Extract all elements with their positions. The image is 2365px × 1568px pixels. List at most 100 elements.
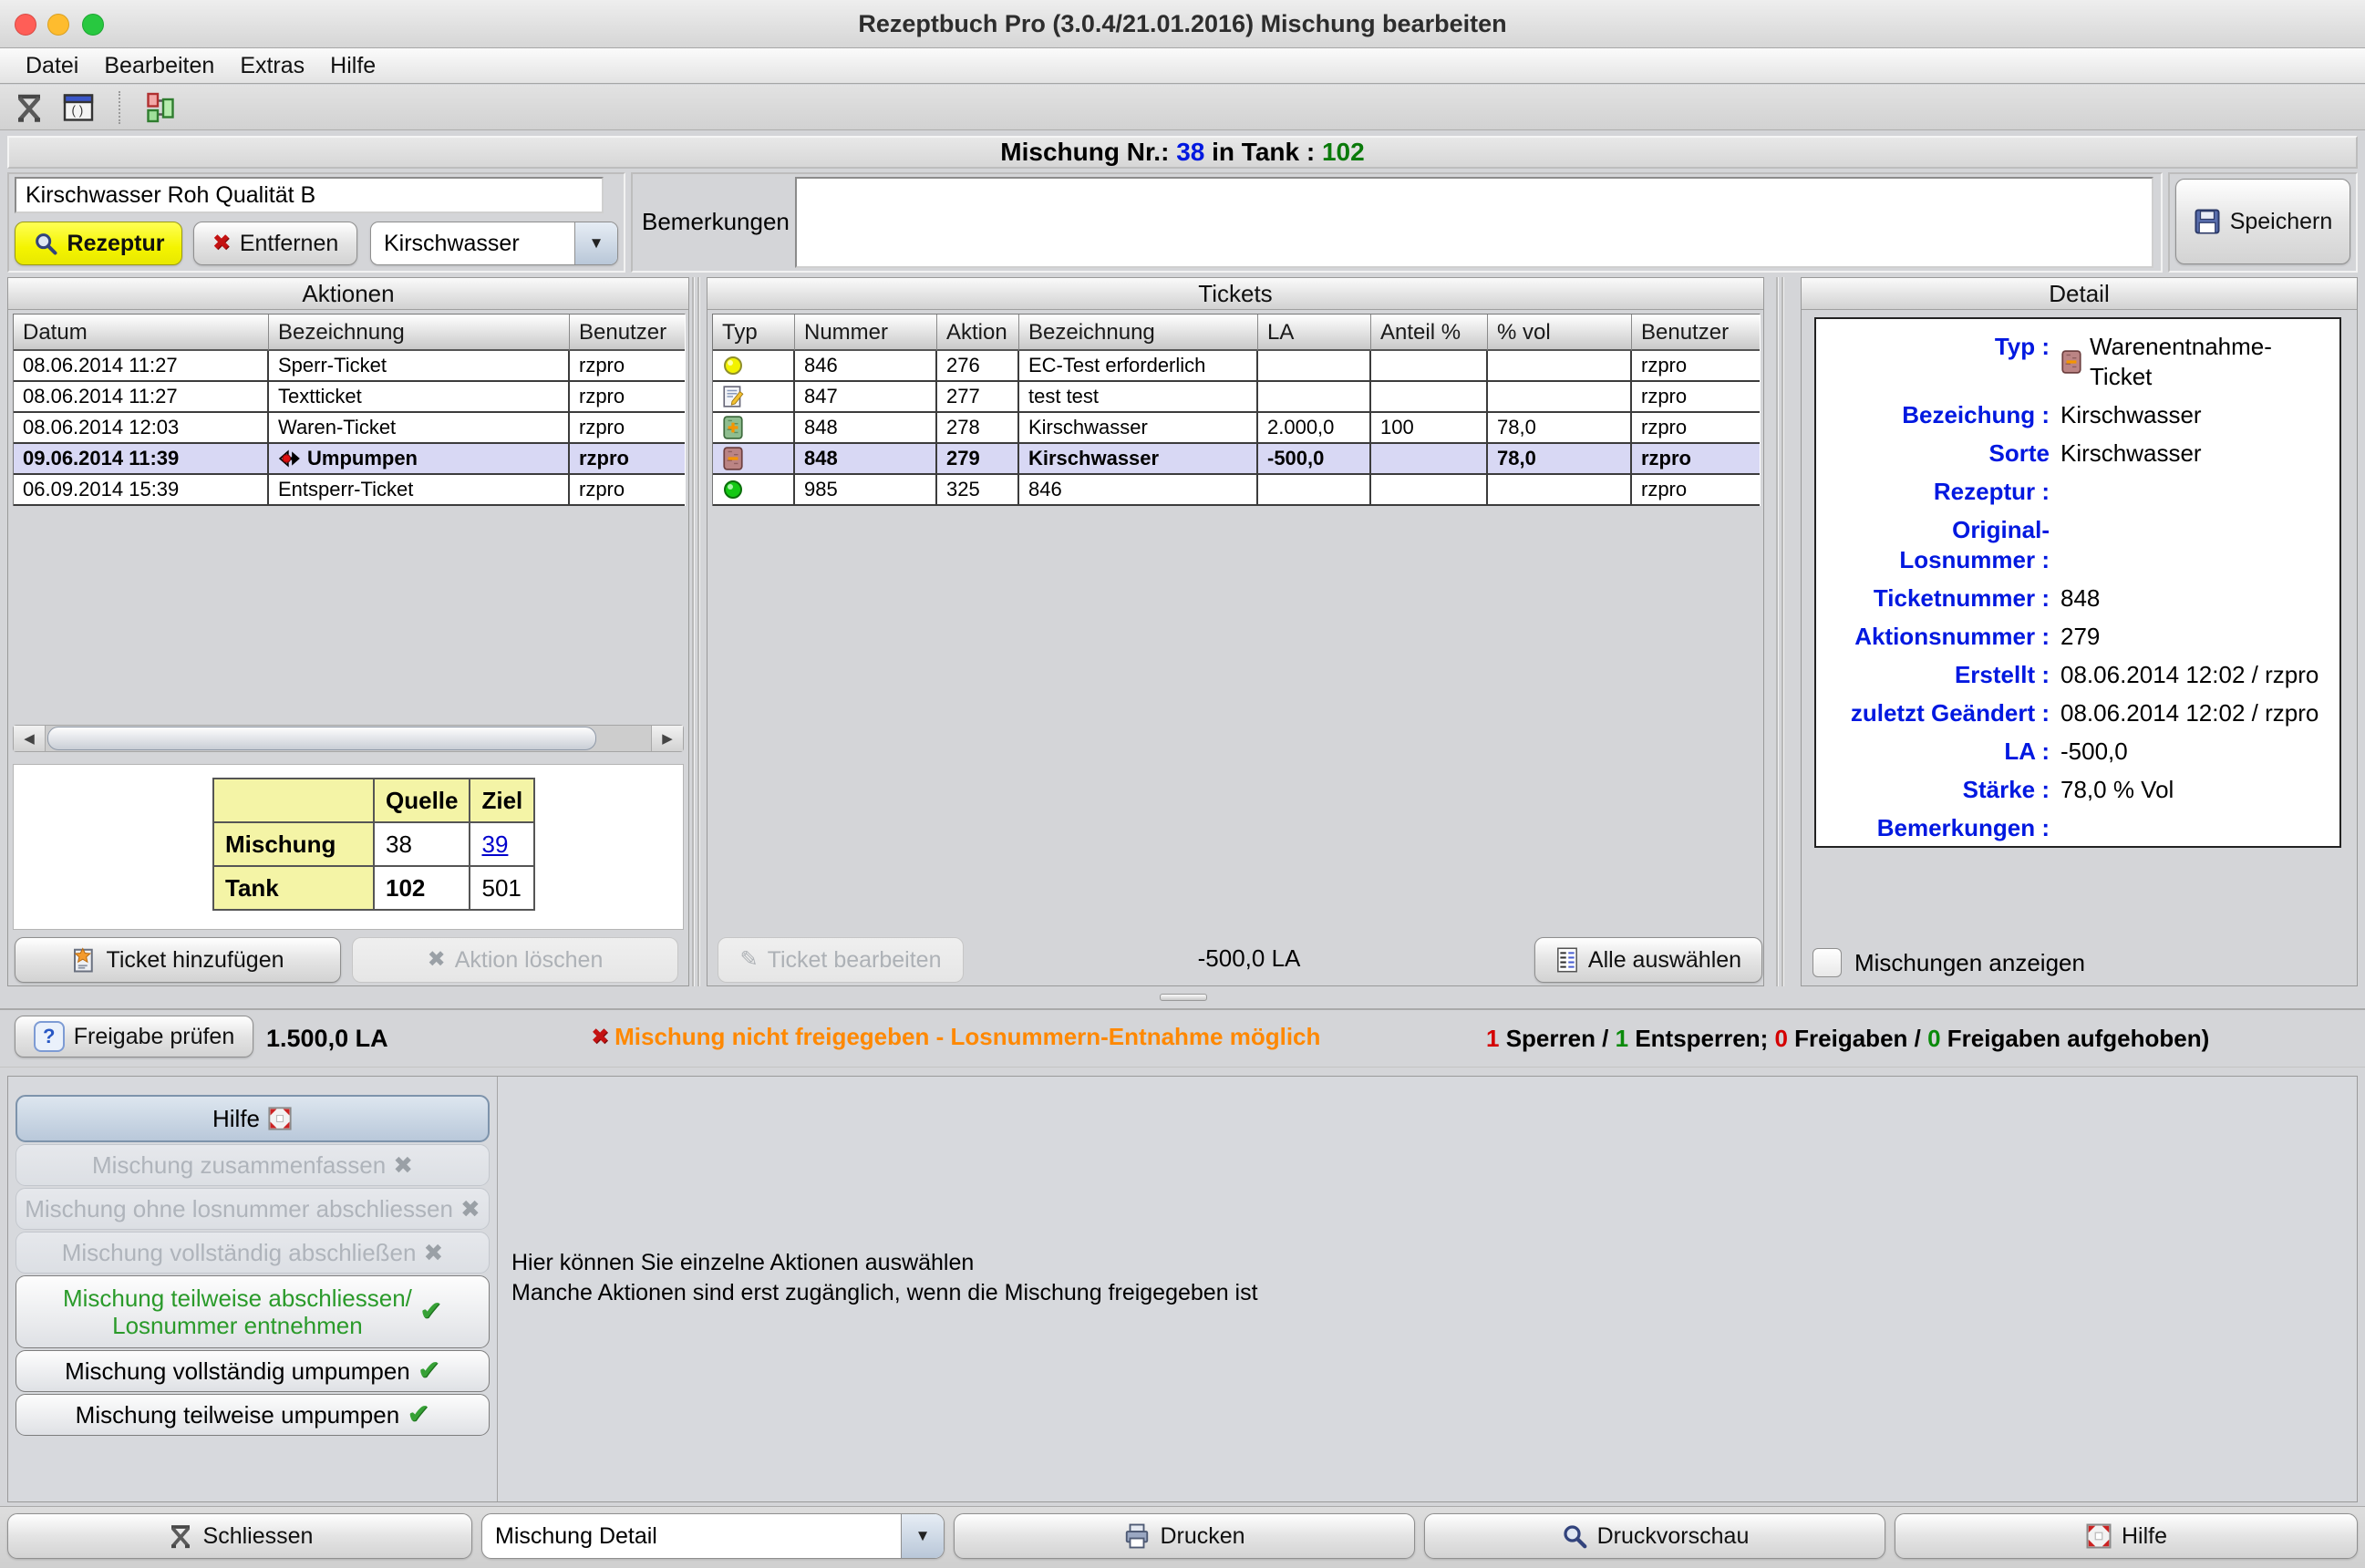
detail-field: Erstellt :08.06.2014 12:02 / rzpro	[1822, 660, 2330, 690]
menu-item-hilfe[interactable]: Hilfe	[317, 48, 388, 84]
typ-cell	[713, 351, 795, 382]
aktionen-h-scrollbar[interactable]: ◀ ▶	[13, 725, 684, 752]
scroll-right-icon[interactable]: ▶	[651, 726, 683, 751]
vertical-splitter-left[interactable]	[692, 277, 699, 986]
table-row[interactable]: 985325846rzpro	[713, 475, 1760, 506]
table-row[interactable]: 08.06.2014 11:27Sperr-Ticketrzpro	[14, 351, 685, 382]
speichern-button[interactable]: Speichern	[2175, 179, 2350, 264]
alle-auswaehlen-button[interactable]: Alle auswählen	[1534, 937, 1762, 983]
magnifier-icon	[33, 231, 58, 256]
flow-icon[interactable]	[142, 89, 179, 126]
action-button-hilfe[interactable]: Hilfe	[15, 1095, 490, 1142]
freigabe-pruefen-button[interactable]: ? Freigabe prüfen	[15, 1016, 253, 1057]
goods-out-icon	[2060, 350, 2082, 374]
lifebuoy-icon	[2085, 1522, 2112, 1550]
mixture-name-input[interactable]	[15, 177, 604, 213]
printer-icon	[1123, 1522, 1151, 1550]
chevron-down-icon[interactable]: ▼	[901, 1514, 944, 1558]
column-header: Datum	[14, 315, 269, 351]
save-icon	[2194, 208, 2221, 235]
delete-icon[interactable]	[11, 89, 47, 126]
freigabe-status-message: Mischung nicht freigegeben - Losnummern-…	[614, 1023, 1320, 1051]
alle-auswaehlen-label: Alle auswählen	[1588, 947, 1741, 974]
chevron-down-icon[interactable]: ▼	[574, 222, 617, 264]
la-cell: 2.000,0	[1258, 413, 1371, 444]
table-row[interactable]: 08.06.2014 12:03Waren-Ticketrzpro	[14, 413, 685, 444]
ticket-hinzufuegen-button[interactable]: Ticket hinzufügen	[15, 937, 341, 983]
bezeichnung-cell: Umpumpen	[269, 444, 570, 475]
bezeichnung-cell: 846	[1019, 475, 1258, 506]
benutzer-cell: rzpro	[570, 413, 685, 444]
ticket-hinzufuegen-label: Ticket hinzufügen	[106, 947, 284, 974]
menu-item-bearbeiten[interactable]: Bearbeiten	[91, 48, 227, 84]
transfer-table-container: QuelleZielMischung3839Tank102501	[13, 764, 684, 930]
hilfe-button[interactable]: Hilfe	[1895, 1513, 2358, 1559]
bemerkungen-textarea[interactable]	[795, 177, 2153, 268]
table-row[interactable]: 06.09.2014 15:39Entsperr-Ticketrzpro	[14, 475, 685, 506]
mischungen-anzeigen-checkbox[interactable]	[1812, 948, 1842, 977]
splitter-grip[interactable]	[1160, 994, 1207, 1001]
drucken-button[interactable]: Drucken	[954, 1513, 1415, 1559]
menu-item-datei[interactable]: Datei	[13, 48, 91, 84]
action-button-mischung-vollst-ndig-umpumpen[interactable]: Mischung vollständig umpumpen✔	[15, 1350, 490, 1392]
table-row[interactable]: 08.06.2014 11:27Textticketrzpro	[14, 382, 685, 413]
detail-field: Original-Losnummer :	[1822, 515, 2330, 575]
la-cell	[1258, 382, 1371, 413]
mixture-header-label: Mischung Nr.:	[1000, 138, 1169, 166]
detail-field: Bezeichung :Kirschwasser	[1822, 400, 2330, 430]
scrollbar-thumb[interactable]	[47, 727, 596, 750]
action-button-label: Mischung teilweise umpumpen	[76, 1401, 400, 1429]
bezeichnung-cell: Sperr-Ticket	[269, 351, 570, 382]
aktion-cell: 277	[937, 382, 1019, 413]
column-header: Typ	[713, 315, 795, 351]
detail-fields: Typ :Warenentnahme-TicketBezeichung :Kir…	[1814, 317, 2341, 848]
table-row[interactable]: 848279Kirschwasser-500,078,0rzpro	[713, 444, 1760, 475]
table-row[interactable]: 09.06.2014 11:39Umpumpenrzpro	[14, 444, 685, 475]
table-row[interactable]: 846276EC-Test erforderlichrzpro	[713, 351, 1760, 382]
detail-field-value: Warenentnahme-Ticket	[2050, 332, 2330, 392]
application-window: Rezeptbuch Pro (3.0.4/21.01.2016) Mischu…	[0, 0, 2365, 1568]
druckvorschau-button[interactable]: Druckvorschau	[1424, 1513, 1885, 1559]
x-icon: ✖	[460, 1195, 480, 1222]
schliessen-button[interactable]: Schliessen	[7, 1513, 472, 1559]
benutzer-cell: rzpro	[570, 382, 685, 413]
check-icon: ✔	[419, 1298, 442, 1326]
bemerkungen-label: Bemerkungen :	[642, 208, 802, 236]
red-x-icon: ✖	[212, 232, 231, 254]
scroll-left-icon[interactable]: ◀	[14, 726, 46, 751]
anteil-cell: 100	[1371, 413, 1488, 444]
column-header: LA	[1258, 315, 1371, 351]
action-button-mischung-teilweise-abschliessen-losnummer-entnehmen[interactable]: Mischung teilweise abschliessen/Losnumme…	[15, 1275, 490, 1348]
transfer-ziel-cell: 501	[470, 866, 534, 910]
rezeptur-button[interactable]: Rezeptur	[15, 222, 182, 265]
pencil-icon: ✎	[740, 949, 759, 971]
entfernen-button-label: Entfernen	[240, 231, 338, 257]
nummer-cell: 848	[795, 413, 937, 444]
sorte-select-value: Kirschwasser	[371, 231, 574, 257]
stats-part: 1	[1486, 1025, 1499, 1052]
table-row[interactable]: 847277test testrzpro	[713, 382, 1760, 413]
view-select[interactable]: Mischung Detail ▼	[481, 1513, 945, 1559]
la-cell	[1258, 475, 1371, 506]
aktion-cell: 279	[937, 444, 1019, 475]
menu-item-extras[interactable]: Extras	[227, 48, 317, 84]
sorte-select[interactable]: Kirschwasser ▼	[370, 222, 618, 265]
action-button-mischung-teilweise-umpumpen[interactable]: Mischung teilweise umpumpen✔	[15, 1394, 490, 1436]
column-header: Aktion	[937, 315, 1019, 351]
typ-cell	[713, 444, 795, 475]
detail-field-label: Erstellt :	[1822, 660, 2050, 690]
transfer-row-label: Tank	[213, 866, 374, 910]
transfer-ziel-link[interactable]: 39	[481, 830, 508, 858]
mischungen-anzeigen-label: Mischungen anzeigen	[1854, 949, 2085, 977]
ticket-bearbeiten-label: Ticket bearbeiten	[768, 947, 942, 974]
benutzer-cell: rzpro	[570, 444, 685, 475]
horizontal-splitter[interactable]	[0, 992, 2365, 1001]
window-icon[interactable]: ( )	[60, 89, 97, 126]
vertical-splitter-right[interactable]	[1776, 277, 1783, 986]
action-button-mischung-vollst-ndig-abschlie-en: Mischung vollständig abschließen✖	[15, 1232, 490, 1274]
detail-field-value: 78,0 % Vol	[2050, 775, 2174, 805]
detail-field: Ticketnummer :848	[1822, 583, 2330, 614]
stats-part: 0	[1774, 1025, 1787, 1052]
entfernen-button[interactable]: ✖ Entfernen	[193, 222, 357, 265]
table-row[interactable]: 848278Kirschwasser2.000,010078,0rzpro	[713, 413, 1760, 444]
